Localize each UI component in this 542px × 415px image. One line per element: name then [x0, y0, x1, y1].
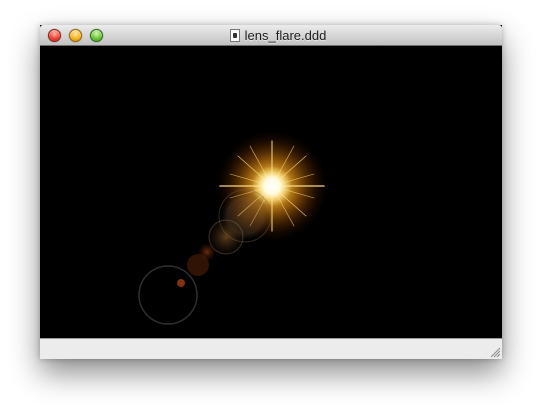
app-window: lens_flare.ddd [40, 25, 502, 359]
window-title-group: lens_flare.ddd [40, 25, 502, 46]
title-bar[interactable]: lens_flare.ddd [40, 25, 502, 46]
document-icon [229, 29, 240, 42]
lens-flare-scene [138, 128, 330, 325]
ghost-dot [177, 279, 185, 287]
ghost-ring-outer [138, 265, 198, 325]
resize-grip-icon[interactable] [488, 345, 501, 358]
status-bar [40, 338, 502, 359]
render-canvas[interactable] [40, 46, 502, 338]
ghost-small-orange-2 [187, 254, 209, 276]
window-title: lens_flare.ddd [244, 28, 327, 43]
